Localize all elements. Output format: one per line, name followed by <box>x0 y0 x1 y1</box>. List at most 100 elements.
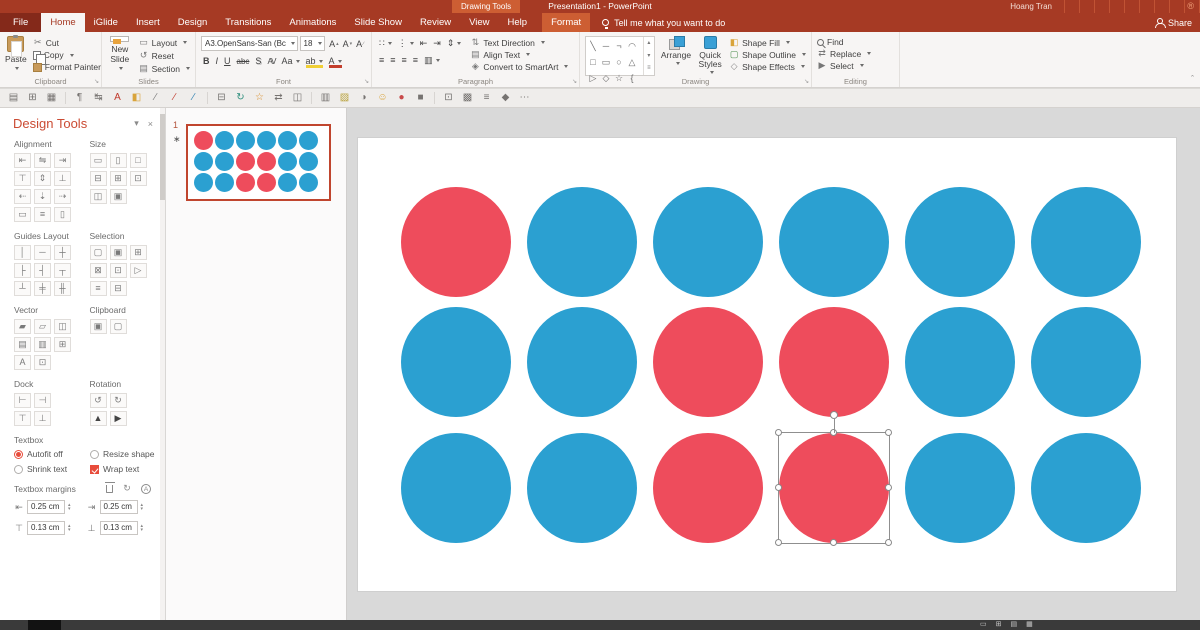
highlight-area-icon[interactable]: ▨ <box>338 90 351 106</box>
bold-button[interactable]: B <box>201 54 212 68</box>
bullets-button[interactable]: ∷ <box>377 36 394 50</box>
tab-transitions[interactable]: Transitions <box>216 13 280 32</box>
tab-format[interactable]: Format <box>542 13 590 32</box>
dialog-launcher-icon[interactable]: ↘ <box>94 79 99 85</box>
align-middle-vertical-icon[interactable]: ⇕ <box>34 171 51 186</box>
normal-view-icon[interactable]: ▭ <box>980 620 987 630</box>
font-size-combo[interactable]: 18 <box>300 36 326 51</box>
shape-gallery[interactable]: ╲─¬◠□▭○△▷◇☆{ ▴▾≡ <box>585 36 655 76</box>
match-size-icon[interactable]: □ <box>130 153 147 168</box>
fit-size-icon[interactable]: ⊡ <box>130 171 147 186</box>
gallery-more-icon[interactable]: ≡ <box>644 62 654 75</box>
panel-paste-icon[interactable]: ▢ <box>110 319 127 334</box>
texture-icon[interactable]: ▩ <box>461 90 474 106</box>
grow-size-icon[interactable]: ⊞ <box>110 171 127 186</box>
text-direction-button[interactable]: ⇅Text Direction <box>470 37 568 48</box>
guide-columns-icon[interactable]: ╪ <box>34 281 51 296</box>
slide-shape-oval-blue[interactable] <box>401 307 511 417</box>
change-case-button[interactable]: Aa <box>280 54 302 68</box>
text-shadow-button[interactable]: S <box>253 54 263 68</box>
distribute-right-icon[interactable]: ⇢ <box>54 189 71 204</box>
numbering-button[interactable]: ⋮ <box>396 36 416 50</box>
step-down-icon[interactable]: ▾ <box>141 507 144 512</box>
selection-handle[interactable] <box>885 484 892 491</box>
tab-review[interactable]: Review <box>411 13 460 32</box>
shrink-font-button[interactable]: A▾ <box>341 37 355 51</box>
rotation-handle[interactable] <box>830 411 838 419</box>
chart-columns-icon[interactable]: ▥ <box>319 90 332 106</box>
rectangle-shape-icon[interactable]: □ <box>588 55 598 70</box>
radio-shrink-text[interactable] <box>14 465 23 474</box>
quick-styles-button[interactable]: Quick Styles <box>697 36 723 78</box>
align-text-button[interactable]: ▤Align Text <box>470 49 568 60</box>
arrange-button[interactable]: Arrange <box>661 36 691 78</box>
character-spacing-button[interactable]: AV <box>265 54 277 68</box>
slide-sorter-view-icon[interactable]: ⊞ <box>996 620 1002 630</box>
align-objects-left-icon[interactable]: ⇤ <box>14 153 31 168</box>
reset-button[interactable]: ↺Reset <box>139 50 190 61</box>
eyedropper-icon[interactable]: ∕ <box>149 90 162 106</box>
align-objects-right-icon[interactable]: ⇥ <box>54 153 71 168</box>
panel-toggle-icon[interactable]: ▤ <box>7 90 20 106</box>
tell-me-box[interactable]: Tell me what you want to do <box>602 13 725 32</box>
option-resize-shape[interactable]: Resize shape <box>90 449 160 459</box>
line-spacing-button[interactable]: ⇕ <box>445 36 464 50</box>
shape-effects-button[interactable]: ◇Shape Effects <box>729 61 806 72</box>
tab-help[interactable]: Help <box>499 13 537 32</box>
align-right-button[interactable]: ≡ <box>400 53 409 67</box>
slide-shape-oval-red[interactable] <box>653 433 763 543</box>
slide-shape-oval-blue[interactable] <box>527 307 637 417</box>
panel-collapse-icon[interactable]: ▾ <box>134 118 139 129</box>
selection-handle[interactable] <box>830 539 837 546</box>
tab-insert[interactable]: Insert <box>127 13 169 32</box>
combine-shapes-icon[interactable]: ◫ <box>54 319 71 334</box>
menu-icon[interactable]: ≡ <box>480 90 493 106</box>
tab-iglide[interactable]: iGlide <box>85 13 127 32</box>
margin-bottom-stepper[interactable]: ▴▾ <box>141 524 144 533</box>
decrease-indent-button[interactable]: ⇤ <box>418 36 430 50</box>
flip-horizontal-icon[interactable]: ▶ <box>110 411 127 426</box>
tab-file[interactable]: File <box>0 13 41 32</box>
match-width-icon[interactable]: ▭ <box>90 153 107 168</box>
align-objects-bottom-icon[interactable]: ⊥ <box>54 171 71 186</box>
match-height-icon[interactable]: ▯ <box>110 153 127 168</box>
select-none-icon[interactable]: ⊟ <box>110 281 127 296</box>
distribute-down-icon[interactable]: ⇣ <box>34 189 51 204</box>
grid-merge-icon[interactable]: ⊞ <box>54 337 71 352</box>
dock-right-icon[interactable]: ⊣ <box>34 393 51 408</box>
slideshow-view-icon[interactable]: ▦ <box>1026 620 1033 630</box>
merge-shapes-icon[interactable]: ◫ <box>291 90 304 106</box>
columns-button[interactable]: ▥ <box>422 53 442 67</box>
text-wrap-icon[interactable]: ↹ <box>92 90 105 106</box>
fill-color-icon[interactable]: ◧ <box>130 90 143 106</box>
margin-right-stepper[interactable]: ▴▾ <box>141 503 144 512</box>
selection-handle[interactable] <box>885 539 892 546</box>
option-shrink-text[interactable]: Shrink text <box>14 464 88 474</box>
shrink-size-icon[interactable]: ⊟ <box>90 171 107 186</box>
checkbox-wrap-text[interactable] <box>90 465 99 474</box>
triangle-shape-icon[interactable]: △ <box>627 55 637 70</box>
connector-shape-icon[interactable]: ─ <box>601 39 611 54</box>
rotate-right-icon[interactable]: ↻ <box>110 393 127 408</box>
guide-right-icon[interactable]: ┤ <box>34 263 51 278</box>
rotate-left-icon[interactable]: ↺ <box>90 393 107 408</box>
dock-top-icon[interactable]: ⊤ <box>14 411 31 426</box>
stretch-height-icon[interactable]: ▯ <box>54 207 71 222</box>
align-center-button[interactable]: ≡ <box>388 53 397 67</box>
align-objects-top-icon[interactable]: ⊤ <box>14 171 31 186</box>
slide-shape-oval-blue[interactable] <box>1031 433 1141 543</box>
panel-scrollbar[interactable] <box>160 108 165 620</box>
step-down-icon[interactable]: ▾ <box>141 528 144 533</box>
panel-scrollbar-thumb[interactable] <box>160 114 165 200</box>
increase-indent-button[interactable]: ⇥ <box>431 36 443 50</box>
scale-width-icon[interactable]: ◫ <box>90 189 107 204</box>
tab-slide-show[interactable]: Slide Show <box>345 13 411 32</box>
paste-button[interactable]: Paste <box>5 36 27 74</box>
margin-right-input[interactable]: 0.25 cm <box>100 500 138 514</box>
guide-grid-icon[interactable]: ┼ <box>54 245 71 260</box>
borders-icon[interactable]: ▦ <box>45 90 58 106</box>
gallery-up-icon[interactable]: ▴ <box>644 37 654 50</box>
panel-close-icon[interactable]: × <box>148 119 153 129</box>
radio-resize-shape[interactable] <box>90 450 99 459</box>
dialog-launcher-icon[interactable]: ↘ <box>804 79 809 85</box>
